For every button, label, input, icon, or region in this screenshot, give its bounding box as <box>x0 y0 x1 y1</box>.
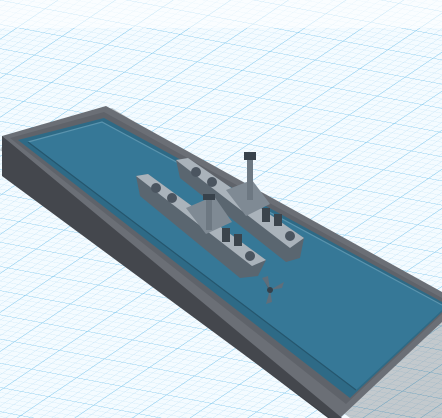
scene[interactable] <box>0 0 442 418</box>
turret-1c <box>245 251 255 261</box>
propeller-hub <box>267 287 273 293</box>
turret-1a <box>151 183 161 193</box>
funnel-1a <box>222 228 230 242</box>
funnel-2a <box>262 208 270 222</box>
turret-2a <box>191 167 201 177</box>
mast-top-2 <box>244 152 256 160</box>
mast-top-1 <box>203 194 215 200</box>
turret-1b <box>167 193 177 203</box>
mast-1 <box>206 196 212 230</box>
funnel-2b <box>274 214 282 226</box>
3d-viewport[interactable] <box>0 0 442 418</box>
turret-2c <box>285 231 295 241</box>
funnel-1b <box>234 234 242 246</box>
turret-2b <box>207 177 217 187</box>
